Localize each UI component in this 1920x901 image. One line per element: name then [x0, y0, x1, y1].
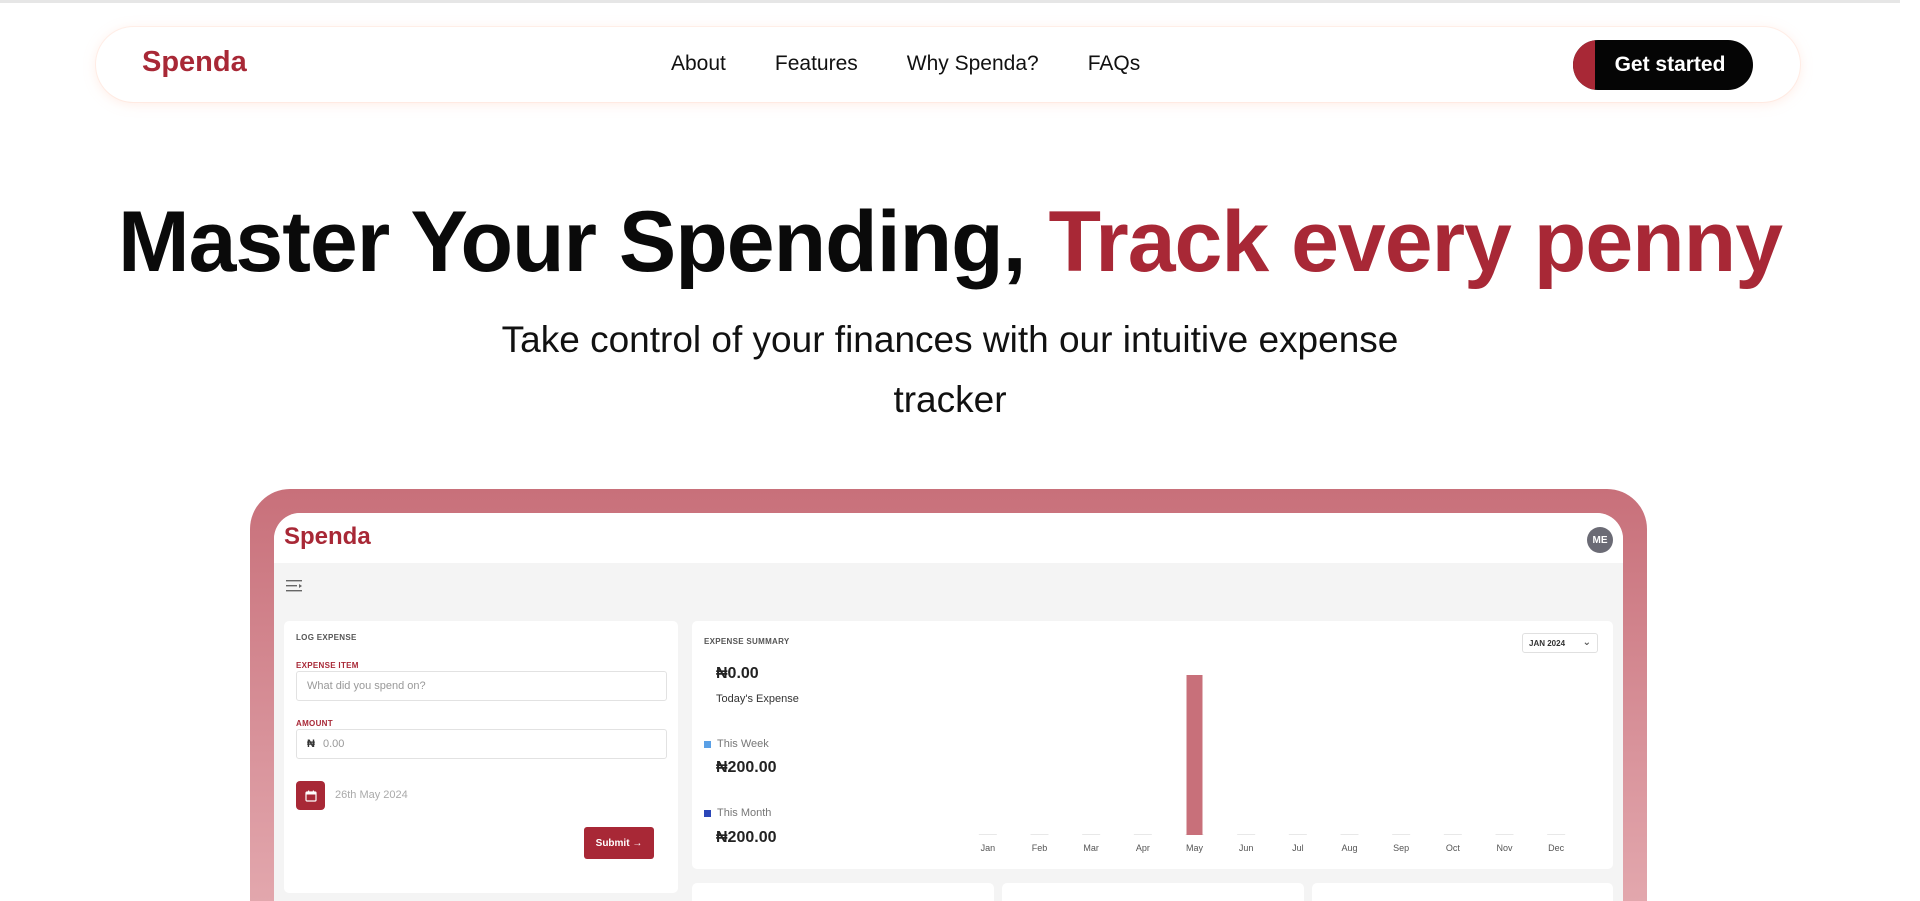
hero-title-main: Master Your Spending,: [117, 194, 1027, 290]
expense-item-label: EXPENSE ITEM: [296, 661, 359, 670]
this-week-legend: This Week: [704, 738, 769, 750]
chart-baseline-sep: [1392, 834, 1411, 835]
chart-baseline-feb: [1030, 834, 1049, 835]
this-month-label: This Month: [717, 807, 772, 819]
chart-tick-sep: Sep: [1393, 843, 1409, 853]
submit-button[interactable]: Submit →: [584, 827, 654, 859]
today-expense-label: Today's Expense: [716, 693, 799, 705]
this-week-amount: ₦200.00: [716, 759, 777, 776]
chart-bar-may[interactable]: [1186, 675, 1203, 835]
stat-card-2: [1002, 883, 1304, 901]
dashboard-mockup-screen: Spenda ME LOG EXPENSE EXPENSE ITEM What …: [274, 513, 1623, 901]
this-week-swatch: [704, 740, 711, 748]
navbar: Spenda About Features Why Spenda? FAQs G…: [96, 27, 1800, 102]
chart-tick-aug: Aug: [1341, 843, 1357, 853]
monthly-expense-chart: Jan Feb Mar Apr May Jun Jul Aug Sep Oct Nov Dec: [978, 675, 1566, 853]
month-select[interactable]: JAN 2024 ⌄: [1522, 633, 1598, 653]
log-expense-card: LOG EXPENSE EXPENSE ITEM What did you sp…: [284, 621, 678, 893]
chevron-down-icon: ⌄: [1582, 637, 1591, 648]
chart-tick-apr: Apr: [1136, 843, 1150, 853]
chart-tick-mar: Mar: [1083, 843, 1099, 853]
get-started-label: Get started: [1614, 53, 1726, 76]
expense-item-placeholder: What did you spend on?: [307, 680, 426, 692]
chart-tick-may: May: [1186, 843, 1204, 853]
expense-item-input[interactable]: What did you spend on?: [296, 671, 667, 701]
chart-tick-nov: Nov: [1496, 843, 1513, 853]
hero-subtitle-line1: Take control of your finances with our i…: [501, 319, 1399, 360]
today-expense-amount: ₦0.00: [716, 665, 759, 682]
date-picker-button[interactable]: [296, 781, 325, 810]
hero-title-accent: Track every penny: [1048, 194, 1783, 290]
chart-baseline-jan: [978, 834, 997, 835]
nav-links: About Features Why Spenda? FAQs: [671, 52, 1140, 76]
brand-logo[interactable]: Spenda: [142, 46, 247, 79]
this-month-swatch: [704, 809, 711, 817]
nav-link-faqs[interactable]: FAQs: [1088, 52, 1141, 76]
chart-baseline-oct: [1443, 834, 1462, 835]
nav-link-features[interactable]: Features: [775, 52, 858, 76]
chart-tick-feb: Feb: [1032, 843, 1048, 853]
this-month-amount: ₦200.00: [716, 829, 777, 846]
chart-tick-jun: Jun: [1239, 843, 1254, 853]
expense-summary-card: EXPENSE SUMMARY JAN 2024 ⌄ ₦0.00 Today's…: [692, 621, 1613, 869]
stat-card-1: [692, 883, 994, 901]
chart-tick-dec: Dec: [1548, 843, 1565, 853]
amount-label: AMOUNT: [296, 719, 333, 728]
chart-baseline-apr: [1133, 834, 1152, 835]
log-expense-heading: LOG EXPENSE: [296, 633, 357, 642]
calendar-icon: [304, 790, 317, 802]
menu-collapse-icon: [286, 580, 302, 592]
nav-link-why-spenda[interactable]: Why Spenda?: [907, 52, 1039, 76]
cta-accent: [1573, 40, 1595, 90]
avatar: ME: [1587, 527, 1613, 553]
chart-baseline-nov: [1495, 834, 1514, 835]
nav-link-about[interactable]: About: [671, 52, 726, 76]
this-month-legend: This Month: [704, 807, 771, 819]
app-brand-logo: Spenda: [284, 523, 371, 550]
month-select-value: JAN 2024: [1529, 638, 1566, 648]
chart-baseline-dec: [1547, 834, 1566, 835]
hero-subtitle-line2: tracker: [893, 379, 1007, 420]
selected-date: 26th May 2024: [335, 789, 408, 801]
amount-placeholder: 0.00: [322, 738, 345, 750]
this-week-label: This Week: [717, 738, 769, 750]
hero-subtitle: Take control of your finances with our i…: [450, 310, 1450, 430]
amount-input[interactable]: ₦ 0.00: [296, 729, 667, 759]
get-started-button[interactable]: Get started: [1573, 40, 1753, 90]
stat-card-3: [1312, 883, 1613, 901]
chart-baseline-jun: [1237, 834, 1256, 835]
expense-summary-heading: EXPENSE SUMMARY: [704, 637, 790, 646]
chart-tick-oct: Oct: [1446, 843, 1461, 853]
chart-baseline-jul: [1288, 834, 1307, 835]
browser-top-border: [0, 0, 1900, 3]
currency-symbol: ₦: [307, 738, 315, 750]
chart-baseline-aug: [1340, 834, 1359, 835]
dashboard-mockup-frame: Spenda ME LOG EXPENSE EXPENSE ITEM What …: [250, 489, 1647, 901]
app-header: Spenda ME: [274, 513, 1623, 563]
hero-title: Master Your Spending, Track every penny: [0, 193, 1900, 292]
chart-tick-jul: Jul: [1292, 843, 1304, 853]
chart-baseline-mar: [1082, 834, 1101, 835]
chart-tick-jan: Jan: [981, 843, 996, 853]
